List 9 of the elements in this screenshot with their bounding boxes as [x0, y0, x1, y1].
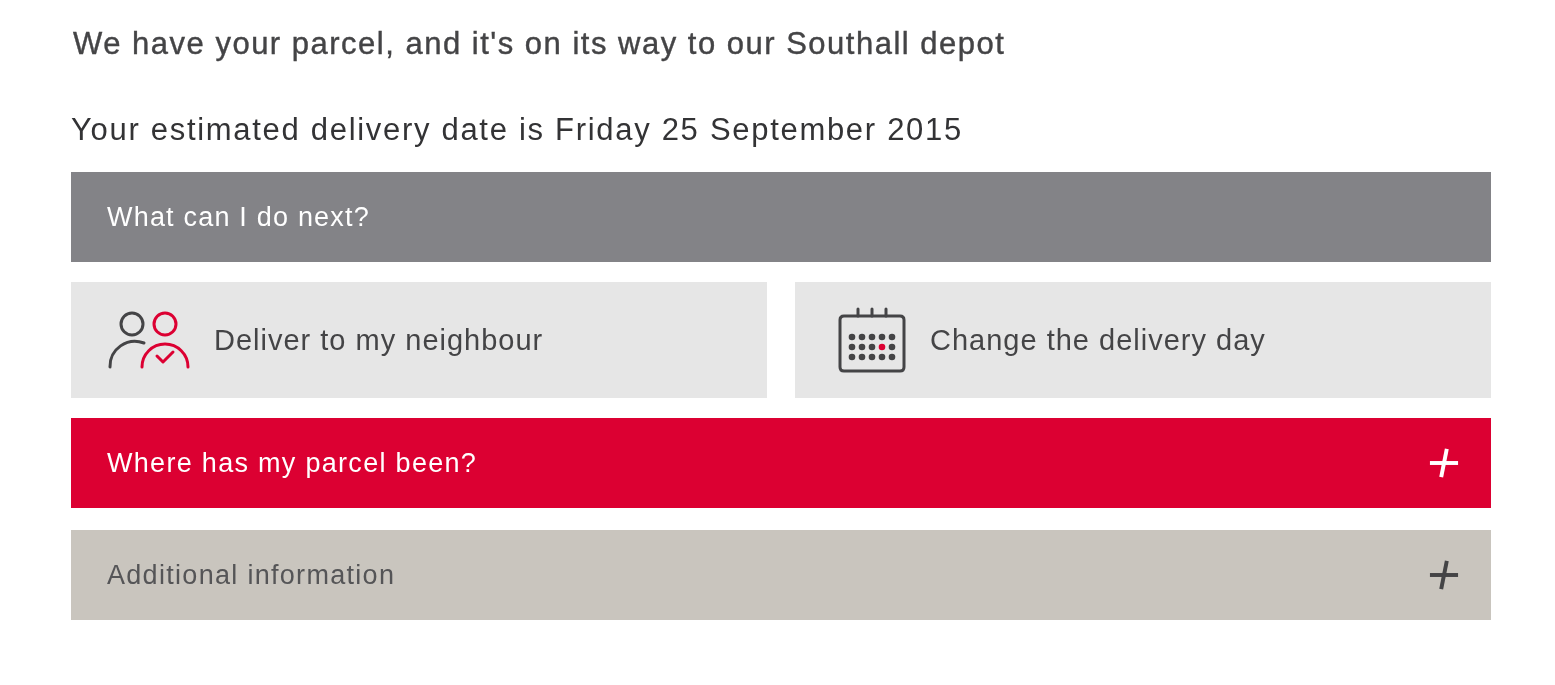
accordion-header[interactable]: Where has my parcel been? — [71, 418, 1491, 508]
status-heading: We have your parcel, and it's on its way to our Southall depot — [72, 25, 1007, 63]
people-check-icon — [108, 311, 190, 369]
accordion-header[interactable]: Additional information — [71, 530, 1491, 620]
calendar-icon — [838, 307, 906, 373]
delivery-estimate: Your estimated delivery date is Friday 25 September 2015 — [71, 111, 964, 149]
action-button[interactable]: Deliver to my neighbour — [71, 282, 767, 398]
next-steps-header: What can I do next? — [71, 172, 1491, 262]
action-button[interactable]: Change the delivery day — [795, 282, 1491, 398]
